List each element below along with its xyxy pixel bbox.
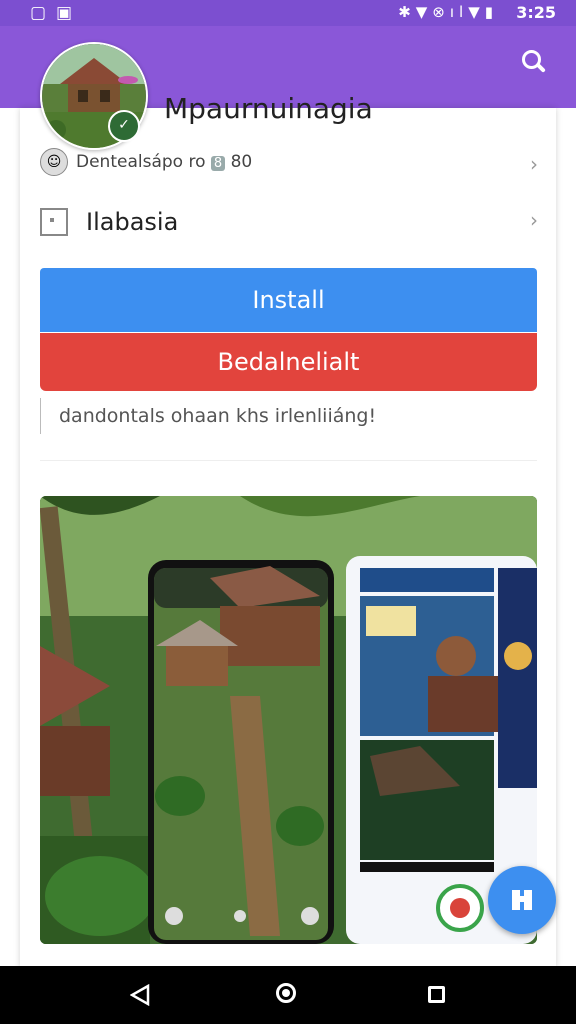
category-row[interactable]: Ilabasia › <box>40 200 540 240</box>
status-icons: ✱▼⊗ıl▼▮ <box>398 3 498 21</box>
status-time: 3:25 <box>516 3 556 22</box>
app-title: Mpaurnuinagia <box>164 92 373 125</box>
fab-action-button[interactable] <box>488 866 556 934</box>
developer-info: Dentealsápo ro 8 80 <box>76 152 252 172</box>
secondary-action-button[interactable]: Bedalnelialt <box>40 333 537 391</box>
notification-icons: ▢▣ <box>30 3 83 23</box>
developer-row[interactable]: ☺ Dentealsápo ro 8 80 › <box>40 144 540 184</box>
developer-rating: 80 <box>230 152 253 172</box>
navigation-bar <box>0 966 576 1024</box>
developer-name: Dentealsápo ro <box>76 152 206 172</box>
app-description: dandontals ohaan khs irlenliiáng! <box>40 398 537 434</box>
screenshot-image <box>40 496 537 944</box>
recents-icon[interactable] <box>428 986 445 1003</box>
screenshot-gallery[interactable] <box>40 496 537 944</box>
install-button[interactable]: Install <box>40 268 537 332</box>
back-icon[interactable] <box>130 984 150 1006</box>
category-icon <box>40 208 68 236</box>
fab-icon <box>512 890 532 910</box>
chevron-right-icon: › <box>530 208 538 232</box>
divider <box>40 460 537 461</box>
developer-badge: 8 <box>210 156 226 171</box>
developer-avatar-icon: ☺ <box>40 148 68 176</box>
chevron-right-icon: › <box>530 152 538 176</box>
verified-icon: ✓ <box>108 110 140 142</box>
category-label: Ilabasia <box>86 208 179 236</box>
status-bar: ▢▣ ✱▼⊗ıl▼▮ 3:25 <box>0 0 576 26</box>
home-icon[interactable] <box>276 983 296 1003</box>
search-icon[interactable] <box>522 50 548 76</box>
